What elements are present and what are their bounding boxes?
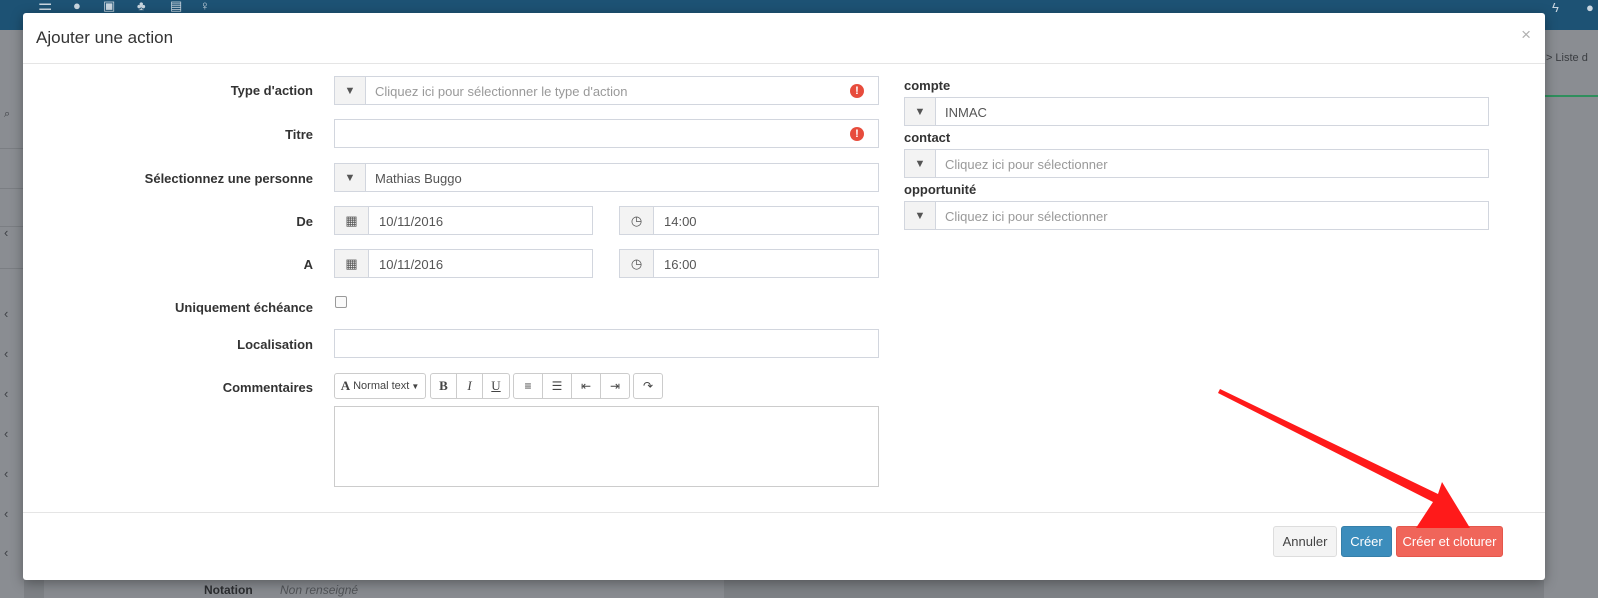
annotation-arrow [1218, 389, 1470, 528]
